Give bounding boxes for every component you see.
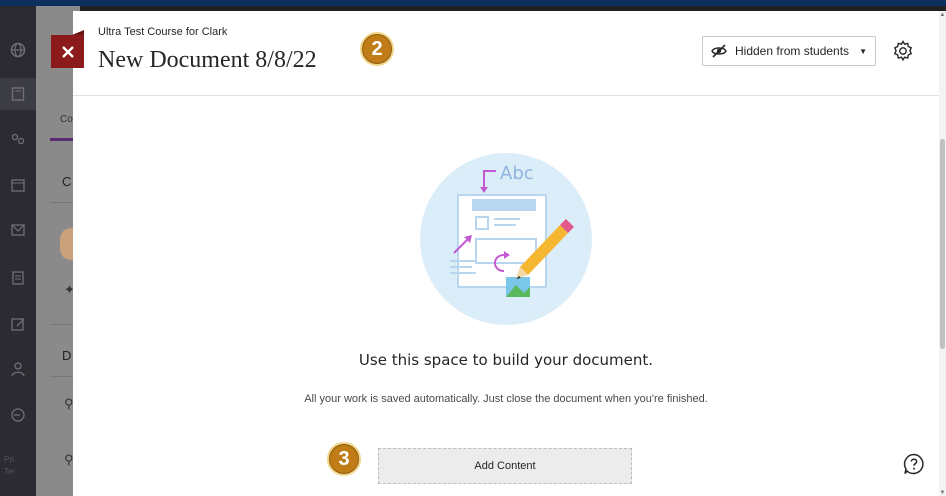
gear-icon[interactable] xyxy=(891,39,915,63)
people-icon[interactable] xyxy=(0,124,36,156)
courses-icon[interactable] xyxy=(0,78,36,110)
left-nav: Pri Ter xyxy=(0,6,36,496)
document-panel: Ultra Test Course for Clark New Document… xyxy=(73,11,946,496)
tab-content: Co xyxy=(60,114,73,125)
scroll-down-icon[interactable]: ▼ xyxy=(939,490,946,496)
section-heading: C xyxy=(62,174,72,189)
grades-icon[interactable] xyxy=(0,262,36,294)
scroll-thumb[interactable] xyxy=(940,139,945,349)
messages-icon[interactable] xyxy=(0,214,36,246)
add-content-button[interactable]: Add Content xyxy=(378,448,632,484)
scrollbar[interactable]: ▲ ▼ xyxy=(939,11,946,496)
nav-footer: Pri Ter xyxy=(4,454,15,478)
step-badge-2: 2 xyxy=(360,32,394,66)
calendar-icon[interactable] xyxy=(0,169,36,201)
close-button[interactable] xyxy=(51,35,84,68)
help-icon[interactable] xyxy=(902,452,926,476)
close-icon xyxy=(61,45,74,58)
footer-privacy-text[interactable]: Pri xyxy=(4,454,15,466)
panel-header: Ultra Test Course for Clark New Document… xyxy=(73,11,939,96)
eye-slash-icon xyxy=(711,44,727,58)
profile-icon[interactable] xyxy=(0,353,36,385)
visibility-label: Hidden from students xyxy=(735,44,850,58)
empty-state-description: All your work is saved automatically. Ju… xyxy=(304,393,708,405)
chevron-down-icon: ▼ xyxy=(859,46,867,56)
section-heading: D xyxy=(62,348,72,363)
signout-icon[interactable] xyxy=(0,399,36,431)
doc-header-bar xyxy=(472,199,536,211)
empty-state-heading: Use this space to build your document. xyxy=(358,351,654,369)
globe-icon[interactable] xyxy=(0,34,36,66)
footer-terms-text[interactable]: Ter xyxy=(4,466,15,478)
course-name: Ultra Test Course for Clark xyxy=(98,26,228,38)
visibility-dropdown[interactable]: Hidden from students ▼ xyxy=(702,36,876,66)
page-title[interactable]: New Document 8/8/22 xyxy=(98,47,317,74)
step-badge-3: 3 xyxy=(327,442,361,476)
scroll-up-icon[interactable]: ▲ xyxy=(939,12,946,18)
document-illustration: Abc xyxy=(420,153,592,325)
tools-icon[interactable] xyxy=(0,308,36,340)
illustration-abc-text: Abc xyxy=(500,163,534,184)
